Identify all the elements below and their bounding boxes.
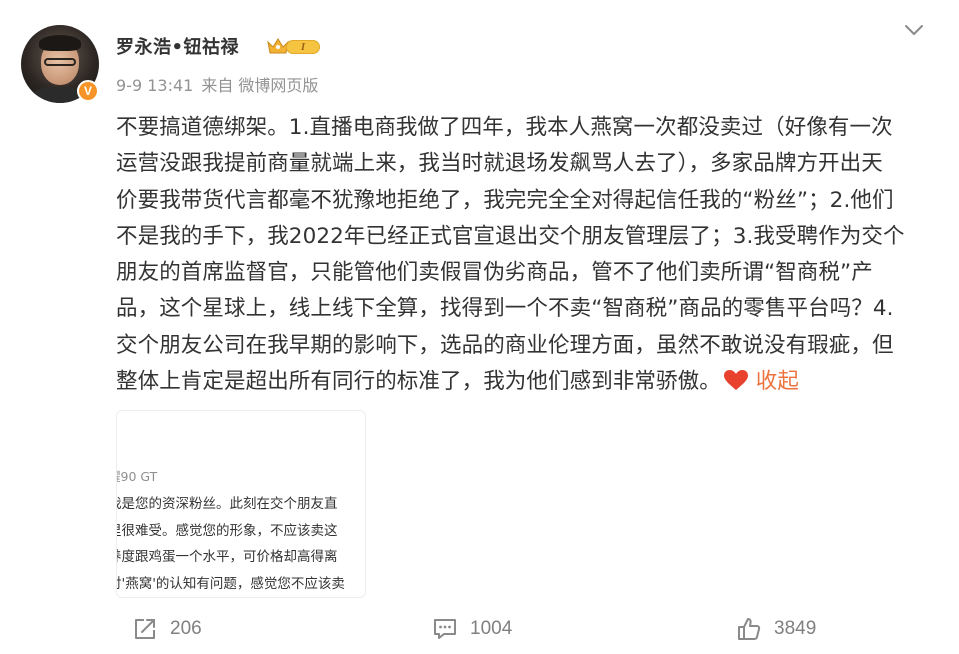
post-text-last-line: 整体上肯定是超出所有同行的标准了，我为他们感到非常骄傲。 收起 bbox=[116, 364, 938, 400]
attached-image[interactable]: 耀90 GT 我是您的资深粉丝。此刻在交个朋友直 里很难受。感觉您的形象，不应该… bbox=[116, 410, 366, 598]
repost-count: 206 bbox=[170, 618, 202, 639]
post-text-line: 整体上肯定是超出所有同行的标准了，我为他们感到非常骄傲。 bbox=[116, 369, 721, 395]
attached-text-line: 养度跟鸡蛋一个水平，可价格却高得离 bbox=[116, 549, 338, 565]
post-meta: 9-9 13:41 来自 微博网页版 bbox=[116, 72, 326, 96]
post-text-line: 品，这个星球上，线上线下全算，找得到一个不卖“智商税”商品的零售平台吗？4. bbox=[116, 296, 894, 322]
post-source: 来自 微博网页版 bbox=[201, 76, 319, 95]
repost-button[interactable]: 206 bbox=[132, 612, 202, 646]
attached-text-line: 对'燕窝'的认知有问题，感觉您不应该卖 bbox=[116, 575, 345, 592]
weibo-post-card: V 罗永浩•钮祜禄 I 9-9 13:41 来自 微博网页版 不要搞道德绑架。1.… bbox=[0, 0, 959, 654]
attached-text-line: 我是您的资深粉丝。此刻在交个朋友直 bbox=[116, 496, 338, 512]
like-button[interactable]: 3849 bbox=[736, 612, 816, 646]
like-count: 3849 bbox=[774, 618, 817, 639]
repost-icon bbox=[135, 619, 155, 639]
post-text-line: 朋友的首席监督官，只能管他们卖假冒伪劣商品，管不了他们卖所谓“智商税”产 bbox=[116, 260, 873, 286]
post-text-line: 不是我的手下，我2022年已经正式官宣退出交个朋友管理层了；3.我受聘作为交个 bbox=[116, 223, 905, 249]
post-text-line: 不要搞道德绑架。1.直播电商我做了四年，我本人燕窝一次都没卖过（好像有一次 bbox=[116, 115, 893, 140]
post-text-line: 运营没跟我提前商量就端上来，我当时就退场发飙骂人去了），多家品牌方开出天 bbox=[116, 151, 883, 177]
comment-icon bbox=[434, 619, 456, 639]
avatar-hair bbox=[39, 35, 81, 51]
comment-count: 1004 bbox=[470, 618, 513, 639]
heart-icon bbox=[723, 370, 748, 391]
action-bar: 206 1004 3849 bbox=[0, 612, 959, 646]
attached-image-content: 耀90 GT 我是您的资深粉丝。此刻在交个朋友直 里很难受。感觉您的形象，不应该… bbox=[116, 466, 365, 597]
post-text: 不要搞道德绑架。1.直播电商我做了四年，我本人燕窝一次都没卖过（好像有一次 运营… bbox=[116, 110, 938, 400]
post-time[interactable]: 9-9 13:41 bbox=[116, 76, 193, 95]
attached-text-line: 里很难受。感觉您的形象，不应该卖这 bbox=[116, 522, 338, 539]
chevron-down-icon[interactable] bbox=[902, 20, 926, 40]
vip-level-label: I bbox=[286, 40, 320, 54]
collapse-link[interactable]: 收起 bbox=[756, 369, 799, 394]
verified-badge-icon: V bbox=[77, 80, 99, 102]
attached-device-label: 耀90 GT bbox=[117, 469, 158, 484]
post-text-line: 交个朋友公司在我早期的影响下，选品的商业伦理方面，虽然不敢说没有瑕疵，但 bbox=[116, 332, 894, 358]
author-name[interactable]: 罗永浩•钮祜禄 bbox=[116, 33, 239, 59]
post-text-line: 价要我带货代言都毫不犹豫地拒绝了，我完完全全对得起信任我的“粉丝”；2.他们 bbox=[116, 187, 894, 213]
comment-button[interactable]: 1004 bbox=[432, 612, 512, 646]
avatar-glasses bbox=[44, 58, 76, 66]
vip-badge[interactable]: I bbox=[266, 37, 322, 56]
thumbs-up-icon bbox=[738, 618, 761, 640]
